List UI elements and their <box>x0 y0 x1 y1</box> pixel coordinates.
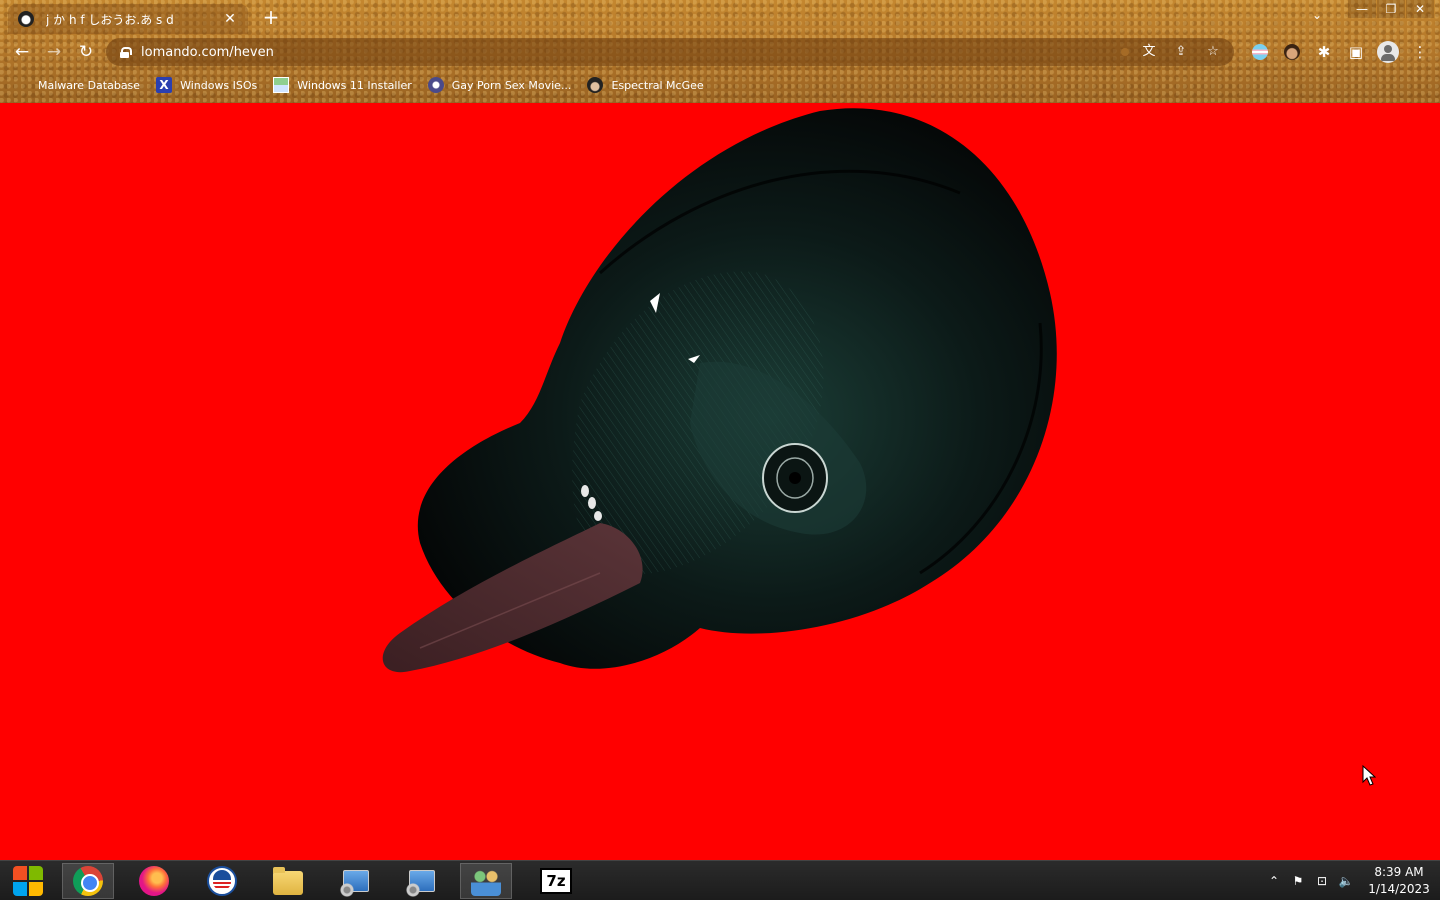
profile-button[interactable] <box>1372 38 1404 66</box>
taskbar-users[interactable] <box>460 863 512 899</box>
bookmark-label: Malware Database <box>38 78 141 92</box>
setup-icon <box>340 870 369 897</box>
taskbar-chrome[interactable] <box>62 863 114 899</box>
reload-button[interactable]: ↻ <box>74 40 98 64</box>
google-lens-icon[interactable] <box>1106 41 1128 63</box>
face-icon <box>587 77 604 93</box>
browser-toolbar: ← → ↻ lomando.com/heven 文 ⇪ ☆ ✱ ▣ ⋮ <box>0 36 1440 68</box>
tab-title: j か h f しおうお.あ s d <box>46 12 174 27</box>
tab-strip: j か h f しおうお.あ s d ✕ + ⌄ — ❐ ✕ <box>0 0 1440 34</box>
start-icon <box>13 866 43 896</box>
close-window-button[interactable]: ✕ <box>1406 0 1434 18</box>
bookmark-movie[interactable]: Gay Porn Sex Movie... <box>427 77 572 93</box>
bookmark-label: Windows ISOs <box>180 78 258 92</box>
taskbar-setup-2[interactable] <box>396 863 448 899</box>
menu-kebab-icon[interactable]: ⋮ <box>1404 38 1436 66</box>
clock[interactable]: 8:39 AM 1/14/2023 <box>1358 864 1440 898</box>
creature-illustration <box>382 108 1057 673</box>
start-button[interactable] <box>2 863 54 899</box>
translate-icon[interactable]: 文 <box>1138 41 1160 63</box>
volume-icon[interactable]: 🔈 <box>1334 874 1358 888</box>
back-button[interactable]: ← <box>10 40 34 64</box>
bookmark-malware-database[interactable]: Malware Database <box>14 77 140 93</box>
face-icon <box>1284 44 1300 60</box>
flag-icon <box>1252 44 1268 60</box>
flag-extension-icon[interactable] <box>1244 38 1276 66</box>
forward-button[interactable]: → <box>42 40 66 64</box>
window-controls: — ❐ ✕ <box>1347 0 1434 18</box>
action-center-flag-icon[interactable]: ⚑ <box>1286 874 1310 888</box>
side-panel-icon[interactable]: ▣ <box>1340 38 1372 66</box>
tab-active[interactable]: j か h f しおうお.あ s d ✕ <box>8 4 248 34</box>
url-text[interactable]: lomando.com/heven <box>141 45 1106 60</box>
bookmark-label: Windows 11 Installer <box>297 78 412 92</box>
chrome-icon <box>73 866 103 896</box>
clock-date: 1/14/2023 <box>1368 882 1430 896</box>
share-icon[interactable]: ⇪ <box>1170 41 1192 63</box>
bookmark-label: Espectral McGee <box>611 78 704 92</box>
address-bar[interactable]: lomando.com/heven 文 ⇪ ☆ <box>106 38 1234 66</box>
new-tab-button[interactable]: + <box>260 6 282 28</box>
tab-search-icon[interactable]: ⌄ <box>1312 8 1322 22</box>
taskbar-setup-1[interactable] <box>330 863 382 899</box>
extensions-puzzle-icon[interactable]: ✱ <box>1308 38 1340 66</box>
setup-icon <box>406 870 435 897</box>
avatar-icon <box>1377 41 1399 63</box>
image-icon <box>273 77 290 93</box>
network-icon[interactable]: ⊡ <box>1310 874 1334 888</box>
browser-chrome: j か h f しおうお.あ s d ✕ + ⌄ — ❐ ✕ ← → ↻ lom… <box>0 0 1440 103</box>
bookmark-icon <box>14 77 30 93</box>
bookmark-espectral-mcgee[interactable]: Espectral McGee <box>587 77 704 93</box>
restore-button[interactable]: ❐ <box>1377 0 1405 18</box>
bookmark-label: Gay Porn Sex Movie... <box>451 78 572 92</box>
taskbar-7zip[interactable]: 7z <box>530 863 582 899</box>
bookmark-windows-11-installer[interactable]: Windows 11 Installer <box>273 77 412 93</box>
folder-icon <box>273 867 303 895</box>
taskbar: 7z ⌃ ⚑ ⊡ 🔈 8:39 AM 1/14/2023 <box>0 860 1440 900</box>
7zip-icon: 7z <box>540 868 572 894</box>
bookmark-star-icon[interactable]: ☆ <box>1202 41 1224 63</box>
bookmark-windows-isos[interactable]: X Windows ISOs <box>156 77 257 93</box>
web-page <box>0 103 1440 860</box>
system-tray: ⌃ ⚑ ⊡ 🔈 8:39 AM 1/14/2023 <box>1262 861 1440 900</box>
taskbar-firefox[interactable] <box>128 863 180 899</box>
face-extension-icon[interactable] <box>1276 38 1308 66</box>
clock-time: 8:39 AM <box>1374 865 1424 879</box>
taskbar-app-circle[interactable] <box>196 863 248 899</box>
x-icon: X <box>156 77 173 93</box>
globe-icon <box>427 77 444 93</box>
bookmarks-bar: Malware Database X Windows ISOs Windows … <box>0 72 1440 98</box>
desktop-screen: j か h f しおうお.あ s d ✕ + ⌄ — ❐ ✕ ← → ↻ lom… <box>0 0 1440 900</box>
tab-favicon-icon <box>18 11 34 27</box>
lock-icon[interactable] <box>120 46 132 58</box>
minimize-button[interactable]: — <box>1348 0 1376 18</box>
firefox-icon <box>139 866 169 896</box>
users-icon <box>471 866 501 896</box>
taskbar-file-explorer[interactable] <box>262 863 314 899</box>
circle-logo-icon <box>207 866 237 896</box>
mouse-cursor-icon <box>1362 765 1376 786</box>
tab-close-icon[interactable]: ✕ <box>222 11 238 27</box>
extensions-area: ✱ ▣ ⋮ <box>1244 38 1436 66</box>
tray-expand-icon[interactable]: ⌃ <box>1262 874 1286 888</box>
